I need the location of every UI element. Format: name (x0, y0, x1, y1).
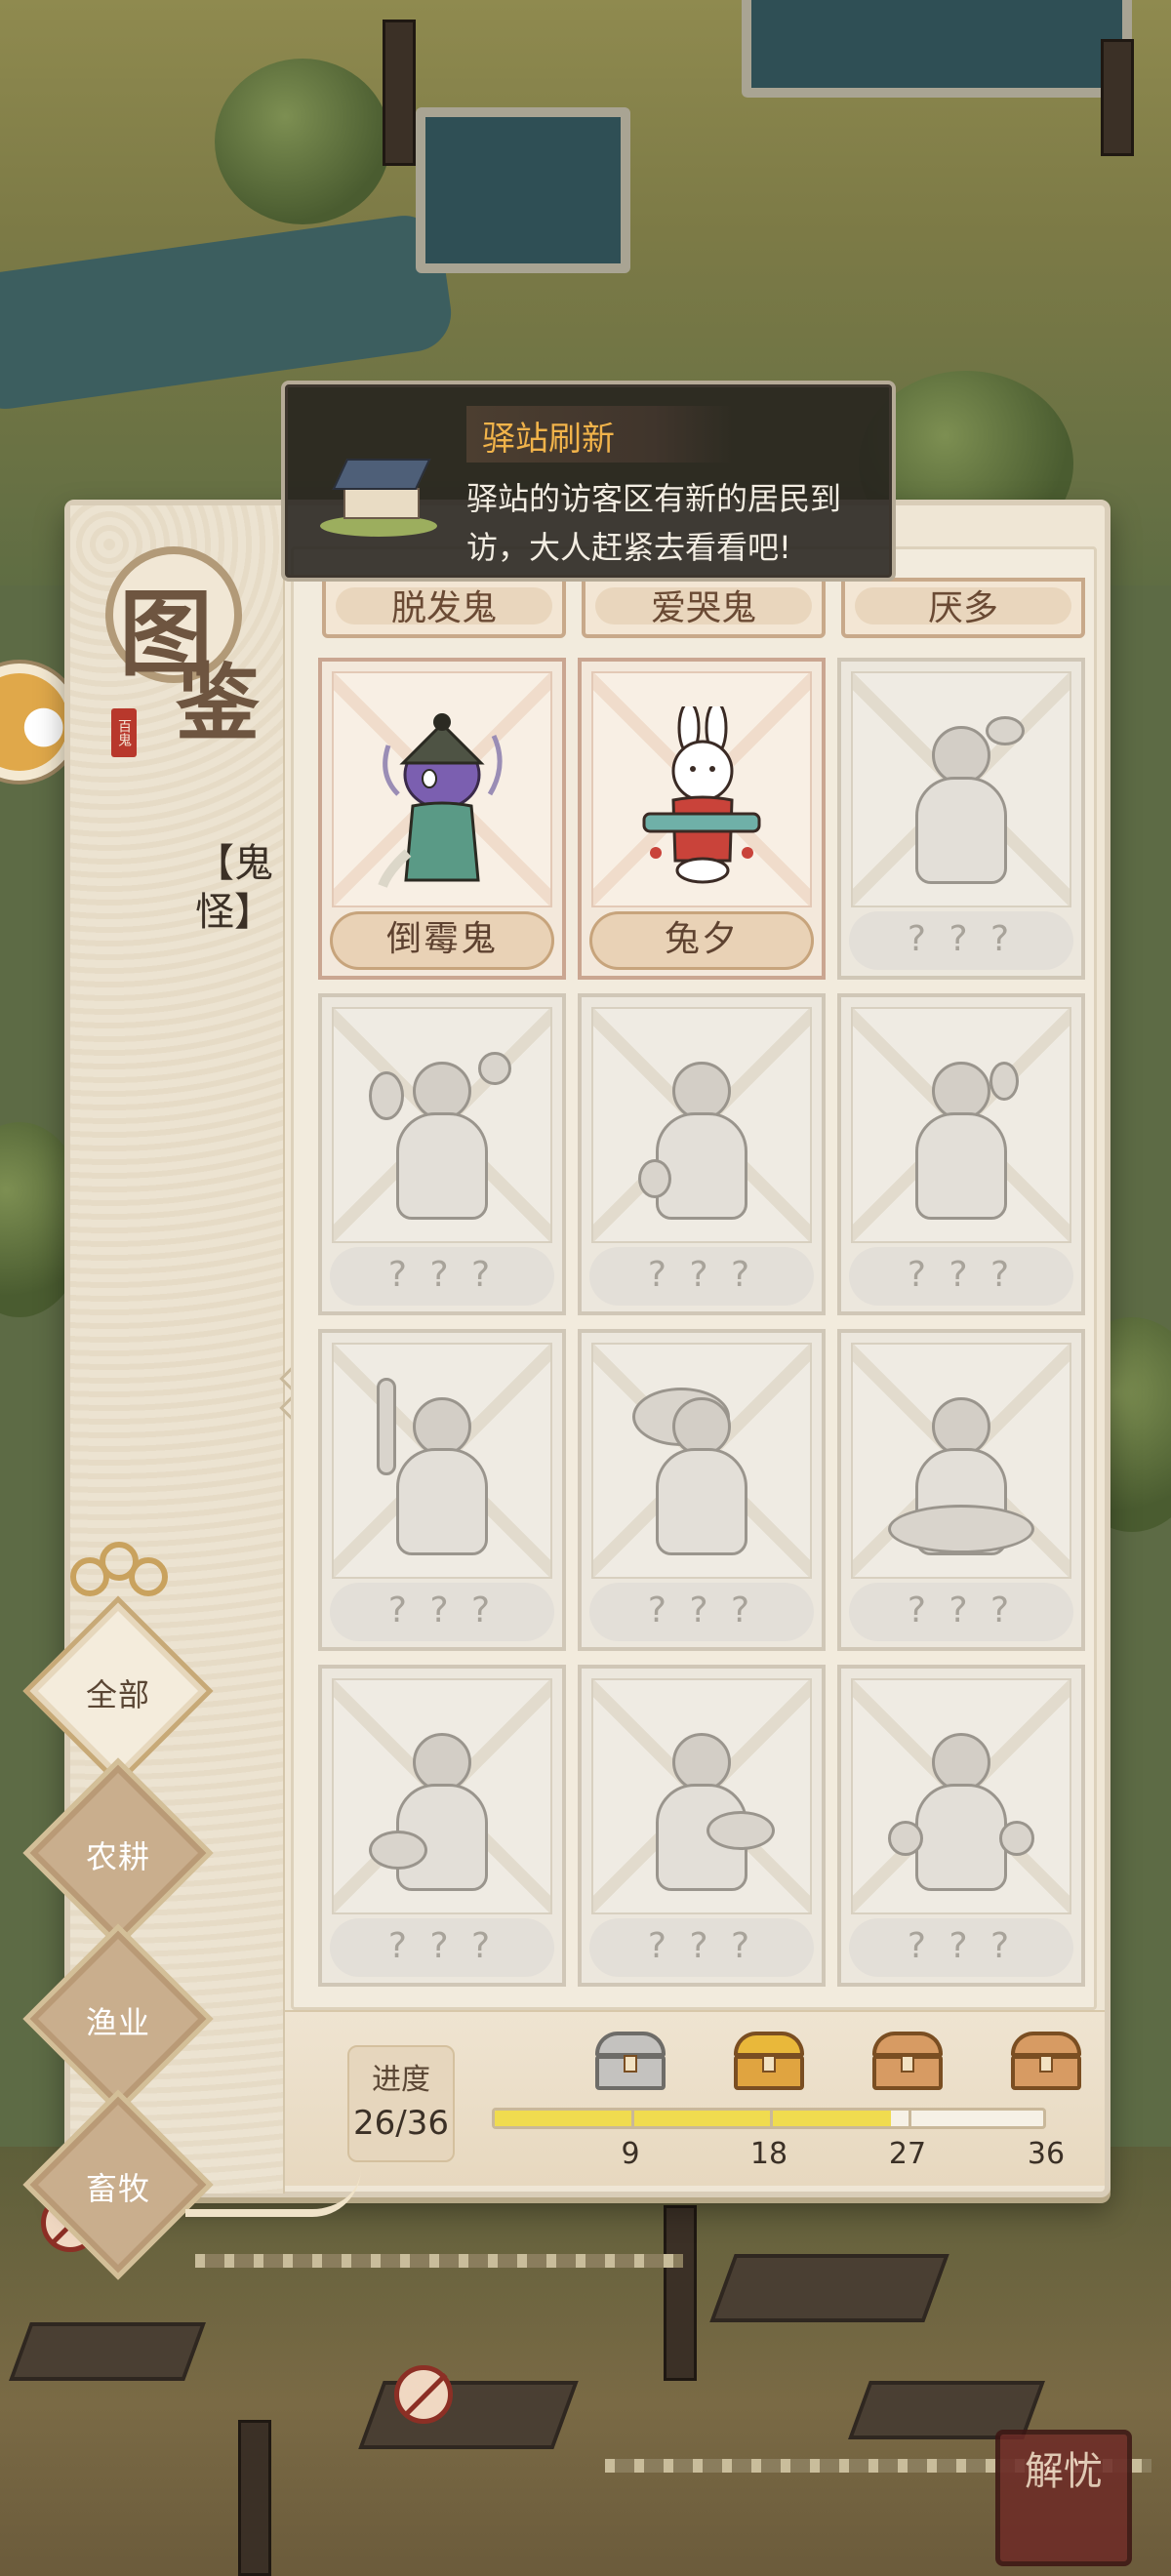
progress-tick (909, 2111, 911, 2126)
card-portrait-frame (851, 1007, 1071, 1243)
ghost-card-name: 倒霉鬼 (330, 911, 554, 970)
ghost-card-locked[interactable]: ? ? ? (578, 993, 826, 1315)
banner-pole (238, 2420, 271, 2576)
card-portrait-frame (332, 1007, 552, 1243)
top-row-name-plate[interactable]: 爱哭鬼 (582, 578, 826, 638)
reward-chest-icon[interactable] (1007, 2026, 1085, 2092)
progress-tick (631, 2111, 634, 2126)
card-portrait-frame (332, 1343, 552, 1579)
card-portrait-frame (591, 671, 812, 907)
tree (215, 59, 390, 224)
locked-ghost-silhouette (628, 1713, 775, 1899)
pond-left (416, 107, 630, 273)
card-portrait-frame (851, 671, 1071, 907)
top-row-name: 爱哭鬼 (595, 587, 812, 628)
card-portrait-frame (332, 671, 552, 907)
ghost-card-name: ? ? ? (589, 1583, 814, 1641)
ghost-card-name: ? ? ? (330, 1247, 554, 1306)
card-portrait-frame (591, 1678, 812, 1914)
pond-right (742, 0, 1132, 98)
reward-chest-icon[interactable] (591, 2026, 669, 2092)
house-roof (358, 2381, 579, 2449)
reward-chest-icon[interactable] (868, 2026, 947, 2092)
progress-tick (770, 2111, 773, 2126)
ghost-card-name: ? ? ? (849, 911, 1073, 970)
ghost-card-locked[interactable]: ? ? ? (318, 1665, 566, 1987)
banner-pole (1101, 39, 1134, 156)
ghost-card-name: ? ? ? (849, 1583, 1073, 1641)
post-station-icon (310, 441, 447, 548)
locked-ghost-silhouette (888, 1713, 1034, 1899)
ghost-card-locked[interactable]: ? ? ? (318, 993, 566, 1315)
ghost-card[interactable]: 倒霉鬼 (318, 658, 566, 980)
milestone-label: 27 (888, 2137, 927, 2171)
ghost-card[interactable]: 兔夕 (578, 658, 826, 980)
no-entry-icon[interactable] (394, 2365, 453, 2424)
house-roof (9, 2322, 206, 2381)
scroll-curl-ornament (185, 2168, 361, 2217)
notification-message: 驿站的访客区有新的居民到访，大人赶紧去看看吧! (466, 480, 842, 566)
top-row-name: 脱发鬼 (336, 587, 552, 628)
locked-ghost-silhouette (628, 1042, 775, 1228)
locked-ghost-silhouette (369, 1378, 515, 1563)
ghost-card-name: ? ? ? (589, 1247, 814, 1306)
banner-pole (664, 2205, 697, 2381)
ghost-card-locked[interactable]: ? ? ? (837, 1329, 1085, 1651)
ghost-card-locked[interactable]: ? ? ? (837, 1665, 1085, 1987)
title-char-2: 鉴 (176, 654, 260, 752)
progress-count: 26/36 (353, 2104, 449, 2143)
card-portrait-frame (332, 1678, 552, 1914)
ghost-card-name: ? ? ? (849, 1918, 1073, 1977)
jieyou-button[interactable]: 解忧 (995, 2430, 1132, 2566)
reward-chest-icon[interactable] (730, 2026, 808, 2092)
milestone-label: 9 (621, 2137, 640, 2171)
card-portrait-frame (851, 1678, 1071, 1914)
ghost-card-locked[interactable]: ? ? ? (318, 1329, 566, 1651)
top-row-name-plate[interactable]: 厌多 (841, 578, 1085, 638)
notification-title: 驿站刷新 (482, 420, 615, 459)
house-roof (709, 2254, 949, 2322)
milestone-label: 36 (1027, 2137, 1066, 2171)
ghost-card-name: ? ? ? (330, 1918, 554, 1977)
ghost-card-locked[interactable]: ? ? ? (837, 658, 1085, 980)
ghost-card-locked[interactable]: ? ? ? (578, 1665, 826, 1987)
locked-ghost-silhouette (628, 1378, 775, 1563)
ghost-card-name: ? ? ? (589, 1918, 814, 1977)
top-row-name: 厌多 (855, 587, 1071, 628)
banner-pole (383, 20, 416, 166)
seal-stamp: 百鬼 (111, 708, 137, 757)
fence (195, 2254, 683, 2268)
locked-ghost-silhouette (888, 1378, 1034, 1563)
locked-ghost-silhouette (369, 1042, 515, 1228)
milestone-label: 18 (749, 2137, 788, 2171)
ghost-card-name: ? ? ? (330, 1583, 554, 1641)
card-portrait-frame (591, 1343, 812, 1579)
progress-bar (492, 2108, 1046, 2129)
ghost-card-name: ? ? ? (849, 1247, 1073, 1306)
category-label: 【鬼怪】 (195, 841, 273, 935)
progress-label: 进度 (372, 2063, 430, 2097)
card-portrait-frame (851, 1343, 1071, 1579)
locked-ghost-silhouette (369, 1713, 515, 1899)
progress-bar-fill (495, 2111, 891, 2126)
ghost-card-name: 兔夕 (589, 911, 814, 970)
locked-ghost-silhouette (888, 1042, 1034, 1228)
card-portrait-frame (591, 1007, 812, 1243)
locked-ghost-silhouette (888, 706, 1034, 892)
top-row-name-plate[interactable]: 脱发鬼 (322, 578, 566, 638)
ghost-portrait-tuxi (642, 706, 761, 884)
ghost-portrait-daomeigui (378, 713, 503, 888)
ghost-card-locked[interactable]: ? ? ? (837, 993, 1085, 1315)
ghost-card-locked[interactable]: ? ? ? (578, 1329, 826, 1651)
jieyou-label: 解忧 (1025, 2449, 1103, 2494)
